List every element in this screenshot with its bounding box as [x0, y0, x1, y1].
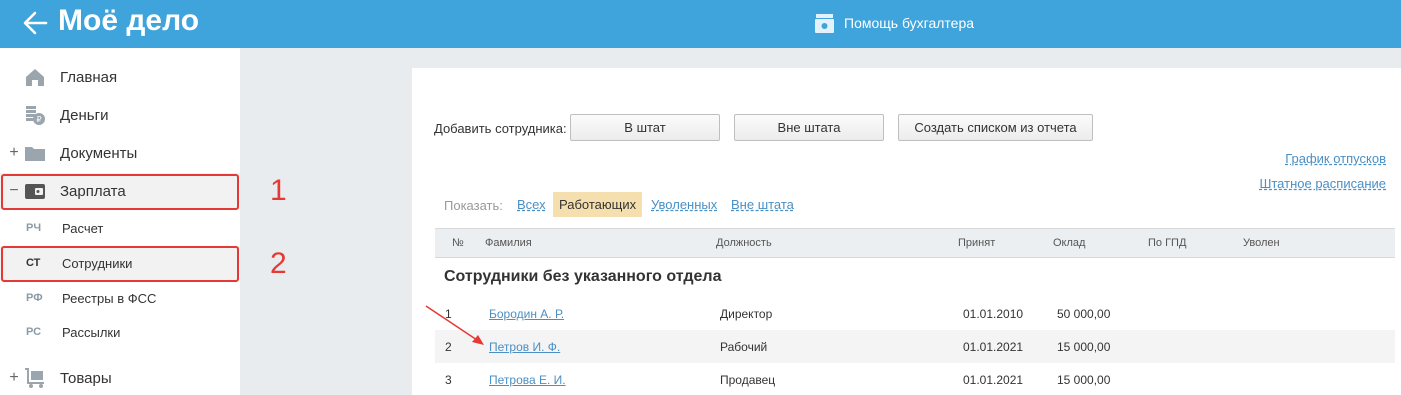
add-in-staff-button[interactable]: В штат	[570, 114, 720, 141]
sidebar-item-label: Документы	[60, 144, 138, 162]
annotation-box-1	[1, 174, 239, 210]
subitem-label: Расчет	[62, 220, 104, 236]
employee-name-link[interactable]: Петрова Е. И.	[489, 373, 566, 387]
app-logo[interactable]: Моё дело	[58, 4, 199, 38]
cell-salary: 15 000,00	[1057, 340, 1111, 354]
cell-position: Директор	[720, 307, 773, 321]
cell-position: Рабочий	[720, 340, 768, 354]
sidebar-item-home[interactable]: Главная	[0, 59, 240, 95]
create-from-report-button[interactable]: Создать списком из отчета	[898, 114, 1093, 141]
money-icon: ₽	[26, 106, 45, 125]
annotation-label-1: 1	[270, 174, 287, 207]
main-content: Добавить сотрудника: В штат Вне штата Со…	[412, 68, 1401, 395]
cell-salary: 15 000,00	[1057, 373, 1111, 387]
group-title: Сотрудники без указанного отдела	[444, 268, 722, 285]
sidebar-item-goods[interactable]: + Товары	[0, 360, 240, 395]
cart-icon	[25, 368, 44, 388]
table-row: 3 Петрова Е. И. Продавец 01.01.2021 15 0…	[435, 363, 1395, 395]
cell-hired: 01.01.2021	[963, 373, 1024, 387]
subitem-label: Реестры в ФСС	[62, 290, 157, 306]
add-out-staff-button[interactable]: Вне штата	[734, 114, 884, 141]
column-header-name[interactable]: Фамилия	[485, 237, 532, 249]
filter-tab-out-staff[interactable]: Вне штата	[725, 192, 800, 217]
back-arrow-icon[interactable]	[22, 9, 48, 37]
briefcase-icon	[815, 13, 834, 33]
annotation-box-2	[1, 246, 239, 282]
staff-schedule-link[interactable]: Штатное расписание	[1259, 176, 1386, 191]
column-header-salary[interactable]: Оклад	[1053, 237, 1085, 249]
folder-icon	[25, 147, 45, 161]
column-header-dismissed[interactable]: Уволен	[1243, 237, 1280, 249]
subitem-abbr: РЧ	[26, 222, 42, 234]
add-employee-label: Добавить сотрудника:	[434, 121, 567, 136]
subitem-abbr: РС	[26, 326, 42, 338]
cell-num: 3	[445, 373, 452, 387]
column-header-num: №	[452, 237, 464, 249]
filter-label: Показать:	[444, 198, 503, 213]
column-header-gpd[interactable]: По ГПД	[1148, 237, 1186, 249]
sidebar-item-money[interactable]: ₽ Деньги	[0, 97, 240, 133]
help-button[interactable]: Помощь бухгалтера	[814, 11, 974, 35]
subitem-abbr: РФ	[26, 292, 43, 304]
filter-tab-all[interactable]: Всех	[511, 192, 552, 217]
table-row: 2 Петров И. Ф. Рабочий 01.01.2021 15 000…	[435, 330, 1395, 363]
expand-icon[interactable]: +	[8, 370, 20, 386]
sidebar: Главная ₽ Деньги + Документы − Зарплата …	[0, 48, 240, 395]
svg-text:₽: ₽	[36, 115, 41, 124]
filter-tab-working[interactable]: Работающих	[553, 192, 643, 217]
sidebar-item-label: Товары	[60, 369, 112, 387]
sidebar-item-label: Деньги	[60, 106, 109, 124]
table-header: № Фамилия Должность Принят Оклад По ГПД …	[435, 228, 1395, 258]
subitem-label: Рассылки	[62, 324, 121, 340]
home-icon	[26, 69, 44, 86]
sidebar-subitem-calculation[interactable]: РЧ Расчет	[0, 211, 240, 245]
employee-name-link[interactable]: Бородин А. Р.	[489, 307, 564, 321]
top-header: Моё дело Помощь бухгалтера	[0, 0, 1401, 48]
cell-hired: 01.01.2010	[963, 307, 1024, 321]
help-label: Помощь бухгалтера	[844, 15, 975, 31]
cell-position: Продавец	[720, 373, 776, 387]
sidebar-item-documents[interactable]: + Документы	[0, 135, 240, 171]
column-header-position[interactable]: Должность	[716, 237, 772, 249]
cell-hired: 01.01.2021	[963, 340, 1024, 354]
sidebar-subitem-mailings[interactable]: РС Рассылки	[0, 315, 240, 349]
annotation-label-2: 2	[270, 247, 287, 280]
employee-name-link[interactable]: Петров И. Ф.	[489, 340, 560, 354]
annotation-arrow-icon	[425, 305, 484, 345]
expand-icon[interactable]: +	[8, 145, 20, 161]
sidebar-item-label: Главная	[60, 68, 118, 86]
cell-salary: 50 000,00	[1057, 307, 1111, 321]
table-row: 1 Бородин А. Р. Директор 01.01.2010 50 0…	[435, 297, 1395, 330]
column-header-hired[interactable]: Принят	[958, 237, 995, 249]
sidebar-subitem-fss-registers[interactable]: РФ Реестры в ФСС	[0, 281, 240, 315]
filter-tab-dismissed[interactable]: Уволенных	[645, 192, 723, 217]
vacation-schedule-link[interactable]: График отпусков	[1285, 151, 1386, 166]
